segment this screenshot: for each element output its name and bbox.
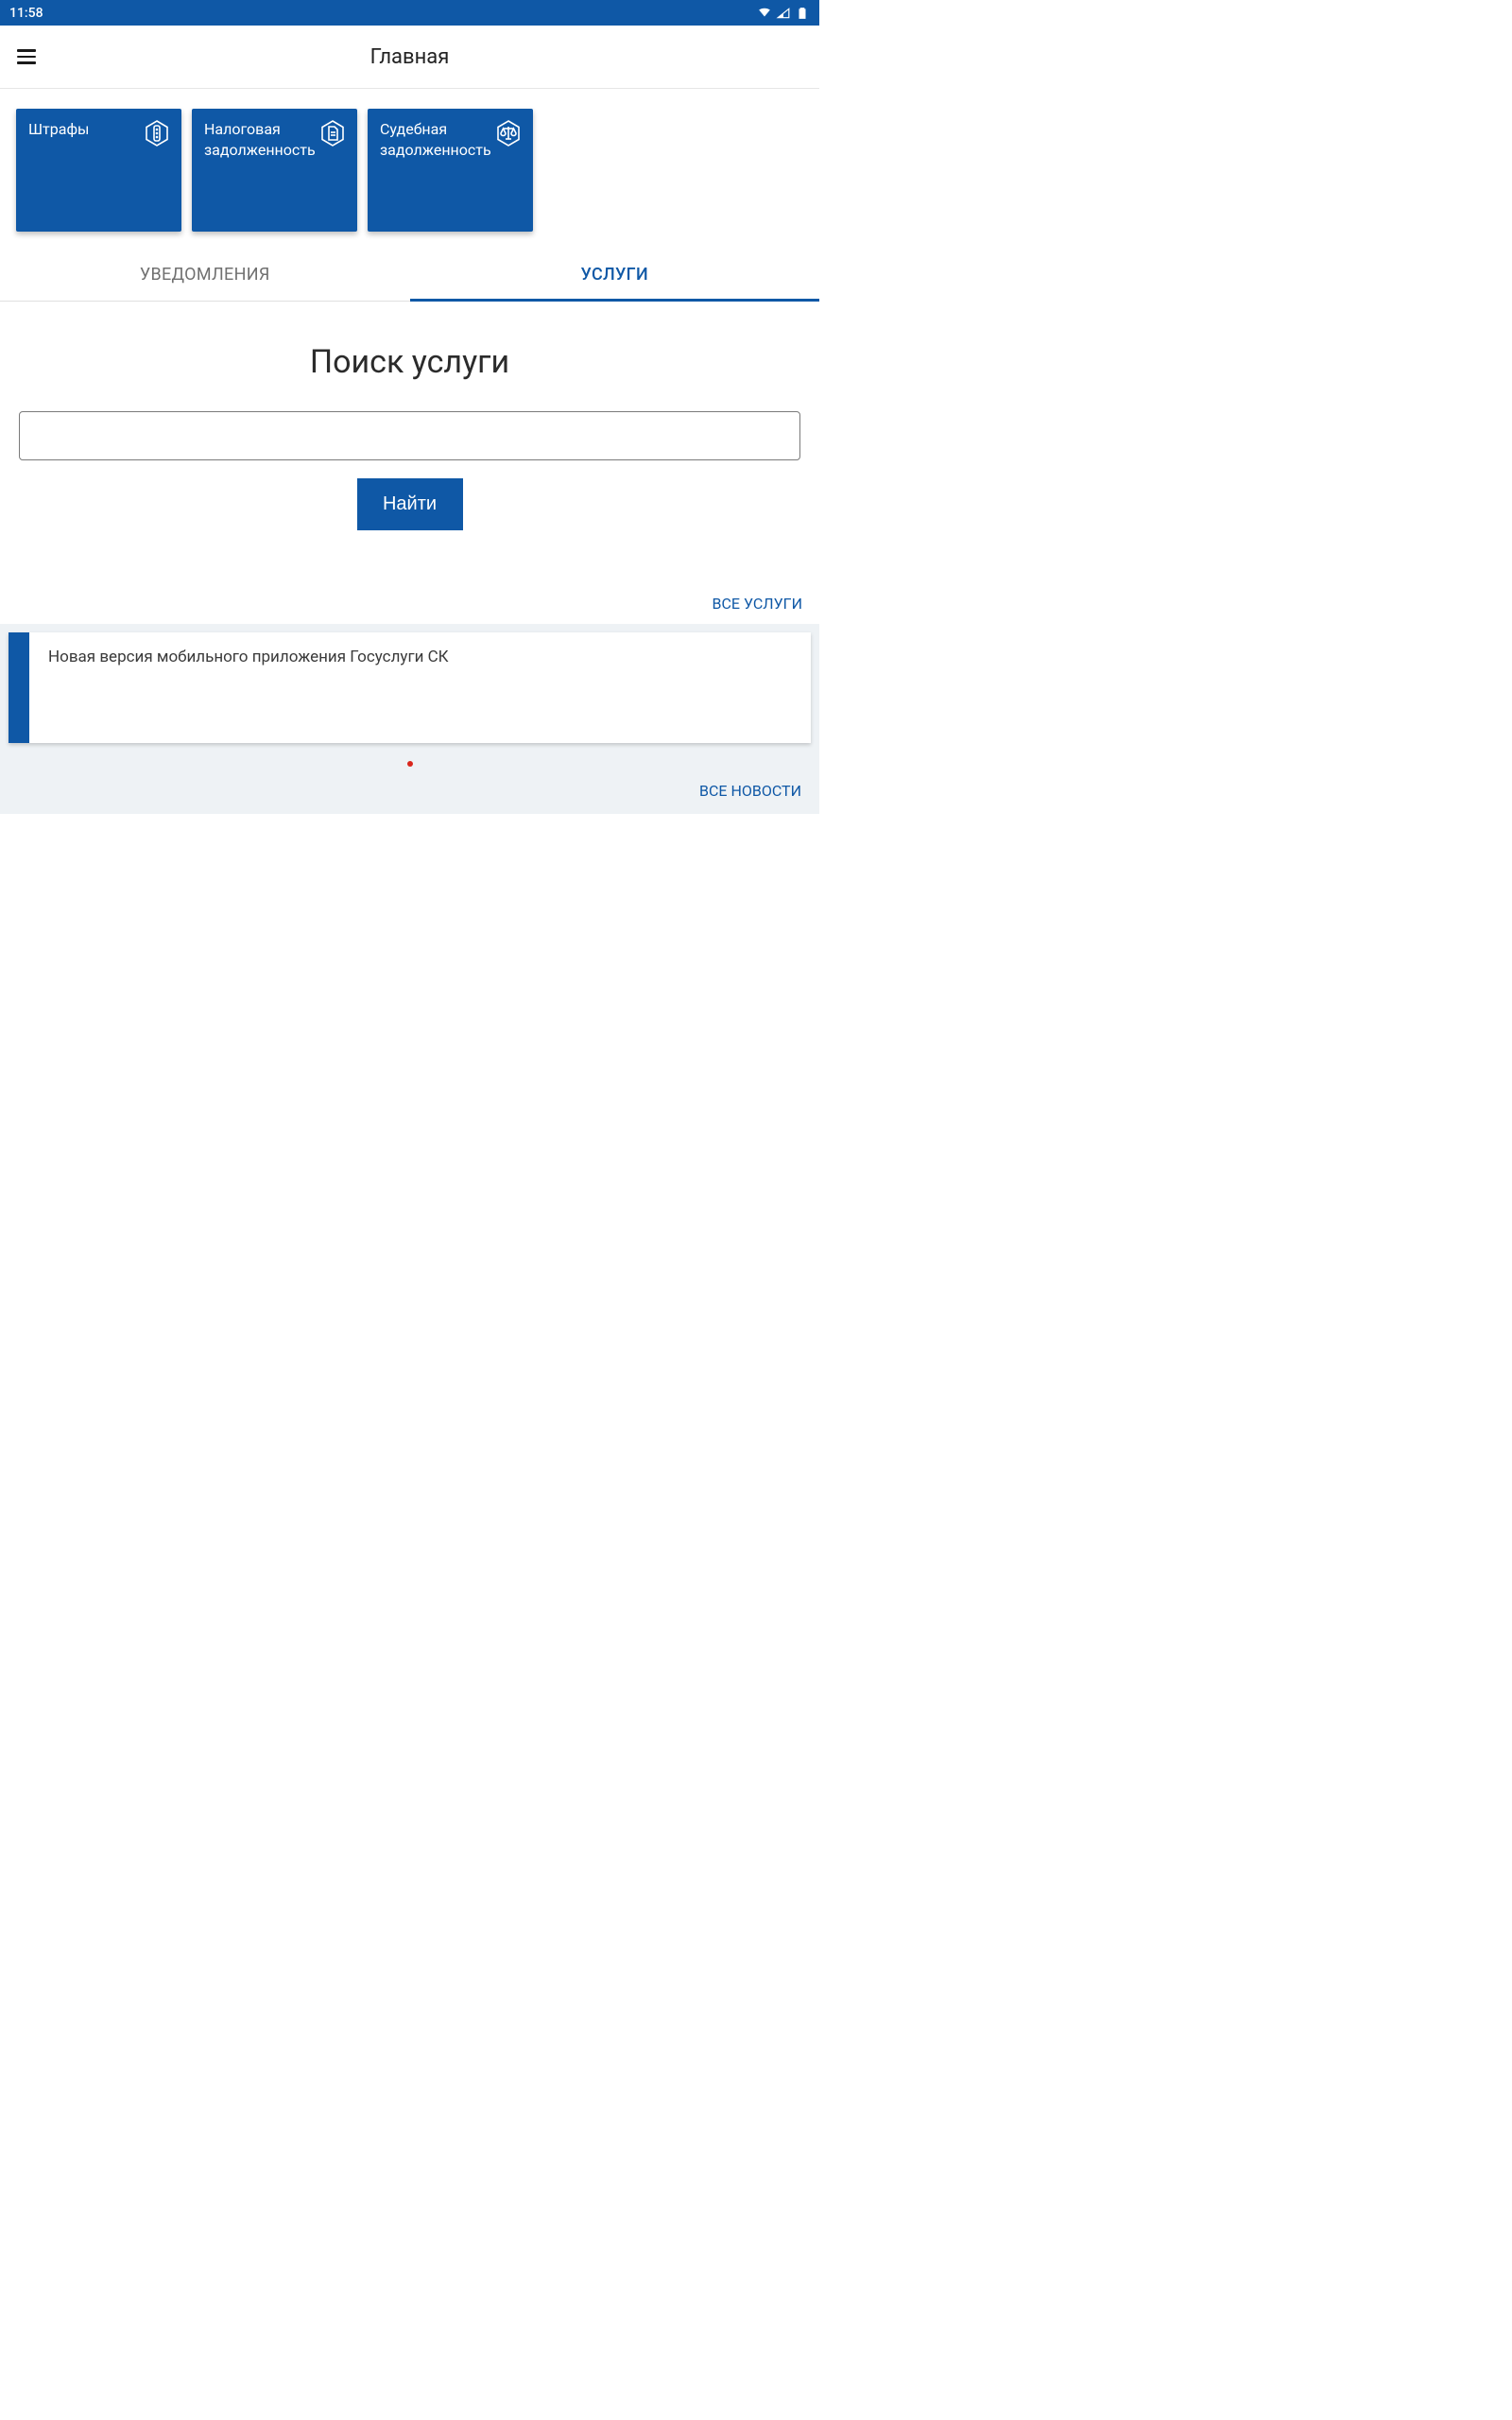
status-icons (757, 7, 810, 20)
status-bar: 11:58 (0, 0, 819, 26)
tab-services[interactable]: УСЛУГИ (410, 249, 820, 301)
all-services-row: ВСЕ УСЛУГИ (0, 540, 819, 624)
app-header: Главная (0, 26, 819, 89)
hamburger-icon (17, 49, 36, 64)
tab-notifications[interactable]: УВЕДОМЛЕНИЯ (0, 249, 410, 301)
carousel-dots (9, 752, 811, 770)
card-court-debt[interactable]: Судебная задолженность (368, 109, 533, 232)
card-tax-debt[interactable]: Налоговая задолженность (192, 109, 357, 232)
menu-button[interactable] (0, 26, 53, 89)
tabs: УВЕДОМЛЕНИЯ УСЛУГИ (0, 249, 819, 302)
all-news-link[interactable]: ВСЕ НОВОСТИ (699, 782, 801, 800)
search-input[interactable] (19, 411, 800, 460)
page-title: Главная (0, 45, 819, 69)
quick-cards-row: Штрафы Налоговая задолженность Судебная … (0, 89, 819, 249)
search-button-label: Найти (383, 493, 437, 515)
search-title: Поиск услуги (19, 343, 800, 381)
search-section: Поиск услуги Найти (0, 302, 819, 540)
status-time: 11:58 (9, 6, 43, 21)
tab-label: УВЕДОМЛЕНИЯ (140, 265, 270, 285)
scales-icon (494, 119, 523, 147)
cellular-icon (776, 7, 791, 20)
news-block: Новая версия мобильного приложения Госус… (0, 624, 819, 814)
news-card[interactable]: Новая версия мобильного приложения Госус… (9, 632, 811, 743)
document-icon (318, 119, 347, 147)
card-fines[interactable]: Штрафы (16, 109, 181, 232)
battery-icon (795, 7, 810, 20)
news-title: Новая версия мобильного приложения Госус… (48, 648, 449, 666)
dot-active (407, 761, 413, 767)
all-news-row: ВСЕ НОВОСТИ (9, 770, 811, 800)
tab-label: УСЛУГИ (581, 265, 649, 285)
traffic-light-icon (143, 119, 171, 147)
all-services-link[interactable]: ВСЕ УСЛУГИ (713, 595, 802, 613)
wifi-icon (757, 7, 772, 20)
search-button[interactable]: Найти (357, 478, 463, 530)
